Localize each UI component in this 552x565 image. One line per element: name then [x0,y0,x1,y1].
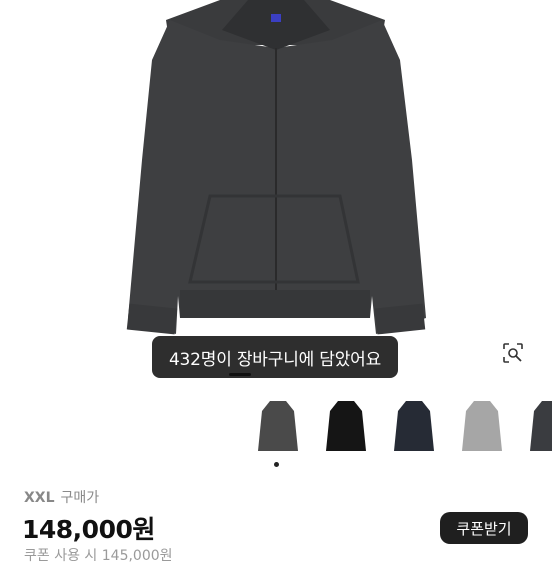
thumbnail-1[interactable] [316,392,376,462]
hoodie-thumb-icon [394,401,434,451]
image-search-icon [503,343,523,363]
coupon-price-line: 쿠폰 사용 시 145,000원 [24,548,173,564]
size-label: XXL [24,490,55,506]
thumbnail-2[interactable] [384,392,444,462]
purchase-label: 구매가 [60,490,100,506]
color-thumbnails [248,392,552,472]
image-search-button[interactable] [502,342,536,376]
product-image[interactable]: 432명이 장바구니에 담았어요 [0,0,552,390]
hoodie-thumb-icon [258,401,298,451]
thumbnail-3[interactable] [452,392,512,462]
hoodie-thumb-icon [530,401,552,451]
coupon-button[interactable]: 쿠폰받기 [440,512,528,544]
hoodie-thumb-icon [462,401,502,451]
hoodie-thumb-icon [326,401,366,451]
image-pager-indicator [229,373,251,376]
purchase-meta: XXL 구매가 [24,487,99,507]
hoodie-illustration [126,0,426,335]
thumbnail-4[interactable] [520,392,552,462]
cart-count-toast: 432명이 장바구니에 담았어요 [152,336,398,378]
price: 148,000원 [22,515,155,544]
selected-thumb-indicator [274,462,279,467]
thumbnail-0[interactable] [248,392,308,462]
